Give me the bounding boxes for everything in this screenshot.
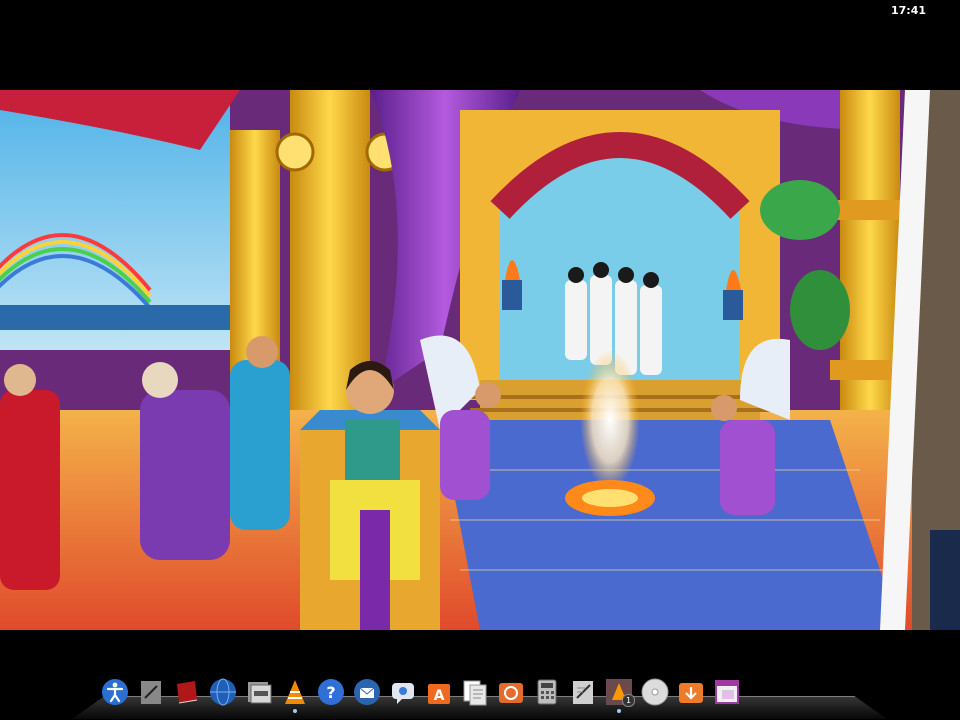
dock-item-web-browser[interactable]: [208, 677, 238, 707]
dock-item-messenger[interactable]: [388, 677, 418, 707]
globe-icon: [209, 678, 237, 706]
dock-item-documents[interactable]: [460, 677, 490, 707]
text-editor-icon: [137, 678, 165, 706]
dock-item-thunderbird-mail[interactable]: [352, 677, 382, 707]
window-count-badge: 1: [622, 694, 635, 707]
dock-item-window-manager[interactable]: [712, 677, 742, 707]
video-player-frame[interactable]: [0, 90, 960, 630]
clock: 17:41: [890, 4, 926, 17]
dock-item-text-editor[interactable]: [136, 677, 166, 707]
svg-text:A: A: [434, 688, 445, 704]
dock-item-vlc-window[interactable]: 1: [604, 677, 635, 713]
chat-icon: [389, 678, 417, 706]
dock-item-app-store[interactable]: A: [424, 677, 454, 707]
book-icon: [173, 678, 201, 706]
dock-item-calculator[interactable]: [532, 677, 562, 707]
vlc-icon: [281, 678, 309, 706]
dock-item-backup[interactable]: [496, 677, 526, 707]
mail-icon: [353, 678, 381, 706]
notes-icon: [569, 678, 597, 706]
dock-items: ? A 1: [100, 673, 742, 713]
accessibility-icon: [101, 678, 129, 706]
documents-icon: [461, 678, 489, 706]
top-status-bar: 17:41: [0, 0, 960, 22]
file-manager-icon: [245, 678, 273, 706]
window-icon: [713, 678, 741, 706]
dock-item-vlc-player[interactable]: [280, 677, 310, 713]
dock-item-dvd-player[interactable]: [640, 677, 670, 707]
dock-item-notes[interactable]: [568, 677, 598, 707]
dock-item-downloads[interactable]: [676, 677, 706, 707]
dock-item-help[interactable]: ?: [316, 677, 346, 707]
help-icon: ?: [317, 678, 345, 706]
svg-text:?: ?: [326, 683, 335, 702]
calculator-icon: [533, 678, 561, 706]
store-icon: A: [425, 678, 453, 706]
dock-item-book-reader[interactable]: [172, 677, 202, 707]
backup-icon: [497, 678, 525, 706]
dock-item-accessibility[interactable]: [100, 677, 130, 707]
video-frame-painting: [0, 90, 960, 630]
disc-icon: [641, 678, 669, 706]
application-dock: ? A 1: [72, 673, 887, 719]
downloads-icon: [677, 678, 705, 706]
dock-item-file-manager[interactable]: [244, 677, 274, 707]
